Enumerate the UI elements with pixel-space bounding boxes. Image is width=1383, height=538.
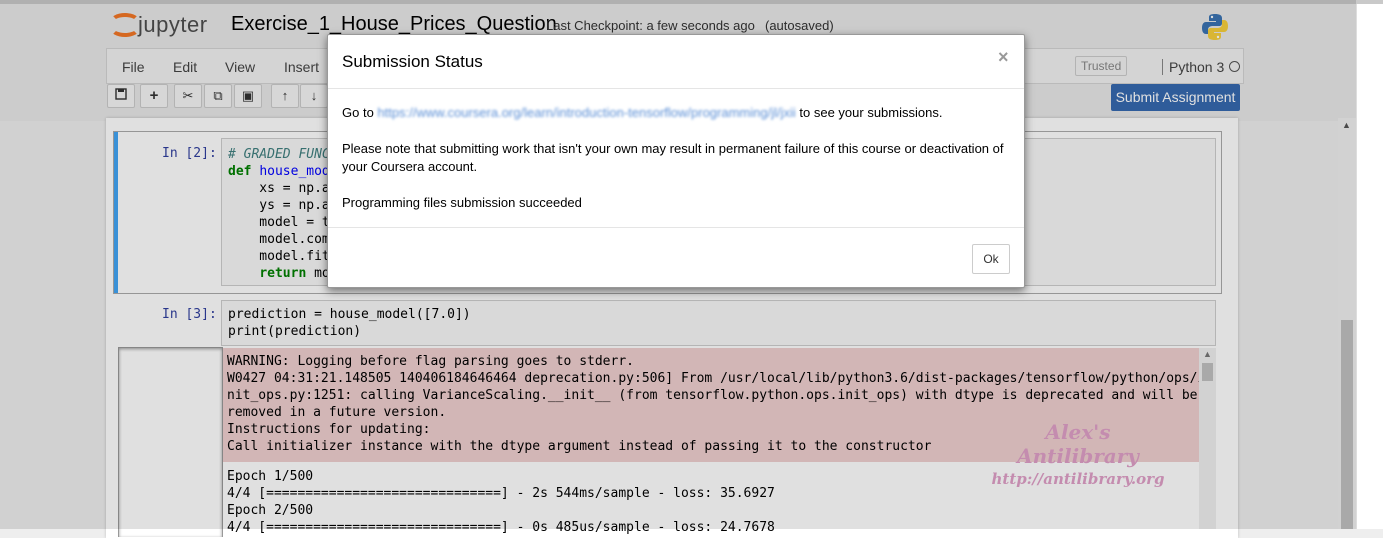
honor-note-line2: your Coursera account. — [342, 159, 478, 174]
submissions-link[interactable]: https://www.coursera.org/learn/introduct… — [377, 105, 795, 120]
dialog-title: Submission Status — [342, 52, 483, 71]
close-icon[interactable]: × — [998, 47, 1009, 68]
dialog-footer: Ok — [328, 227, 1024, 287]
goto-suffix: to see your submissions. — [799, 105, 943, 120]
browser-side-panel — [1356, 4, 1383, 529]
submission-result: Programming files submission succeeded — [342, 195, 582, 210]
goto-prefix: Go to — [342, 105, 374, 120]
honor-note: Please note that submitting work that is… — [342, 141, 1004, 156]
submissions-link-line: Go to https://www.coursera.org/learn/int… — [342, 104, 942, 122]
submission-status-dialog: Submission Status × Go to https://www.co… — [327, 34, 1025, 288]
ok-button[interactable]: Ok — [972, 244, 1010, 274]
dialog-header: Submission Status × — [328, 35, 1024, 89]
